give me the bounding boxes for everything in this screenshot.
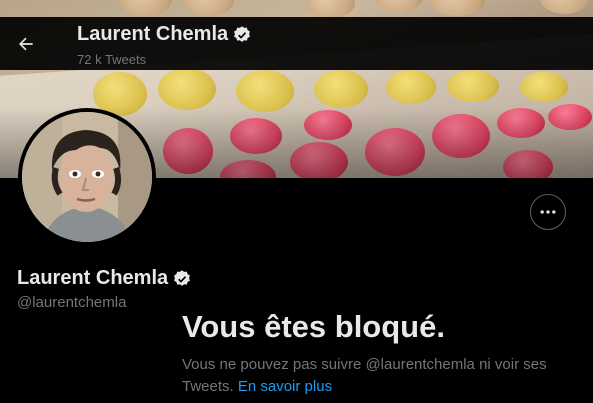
blocked-message-text: Vous ne pouvez pas suivre @laurentchemla…	[182, 356, 547, 395]
verified-badge-icon	[174, 269, 191, 286]
tweet-count: 72 k Tweets	[77, 52, 147, 67]
more-options-button[interactable]	[530, 194, 566, 230]
learn-more-link[interactable]: En savoir plus	[238, 378, 332, 395]
back-button[interactable]	[8, 26, 44, 62]
header-name: Laurent Chemla	[77, 23, 252, 46]
more-horizontal-icon	[540, 210, 556, 214]
profile-name: Laurent Chemla	[17, 267, 192, 290]
avatar-photo	[22, 112, 152, 242]
profile-name-text: Laurent Chemla	[17, 267, 169, 289]
profile-header-bar: Laurent Chemla 72 k Tweets	[0, 17, 593, 70]
blocked-message: Vous ne pouvez pas suivre @laurentchemla…	[182, 354, 582, 398]
arrow-left-icon	[19, 37, 33, 51]
verified-badge-icon	[234, 25, 251, 42]
avatar-frame	[18, 108, 156, 246]
blocked-title: Vous êtes bloqué.	[182, 309, 445, 344]
avatar[interactable]	[22, 112, 152, 242]
header-name-text: Laurent Chemla	[77, 23, 229, 45]
profile-handle: @laurentchemla	[17, 294, 127, 311]
